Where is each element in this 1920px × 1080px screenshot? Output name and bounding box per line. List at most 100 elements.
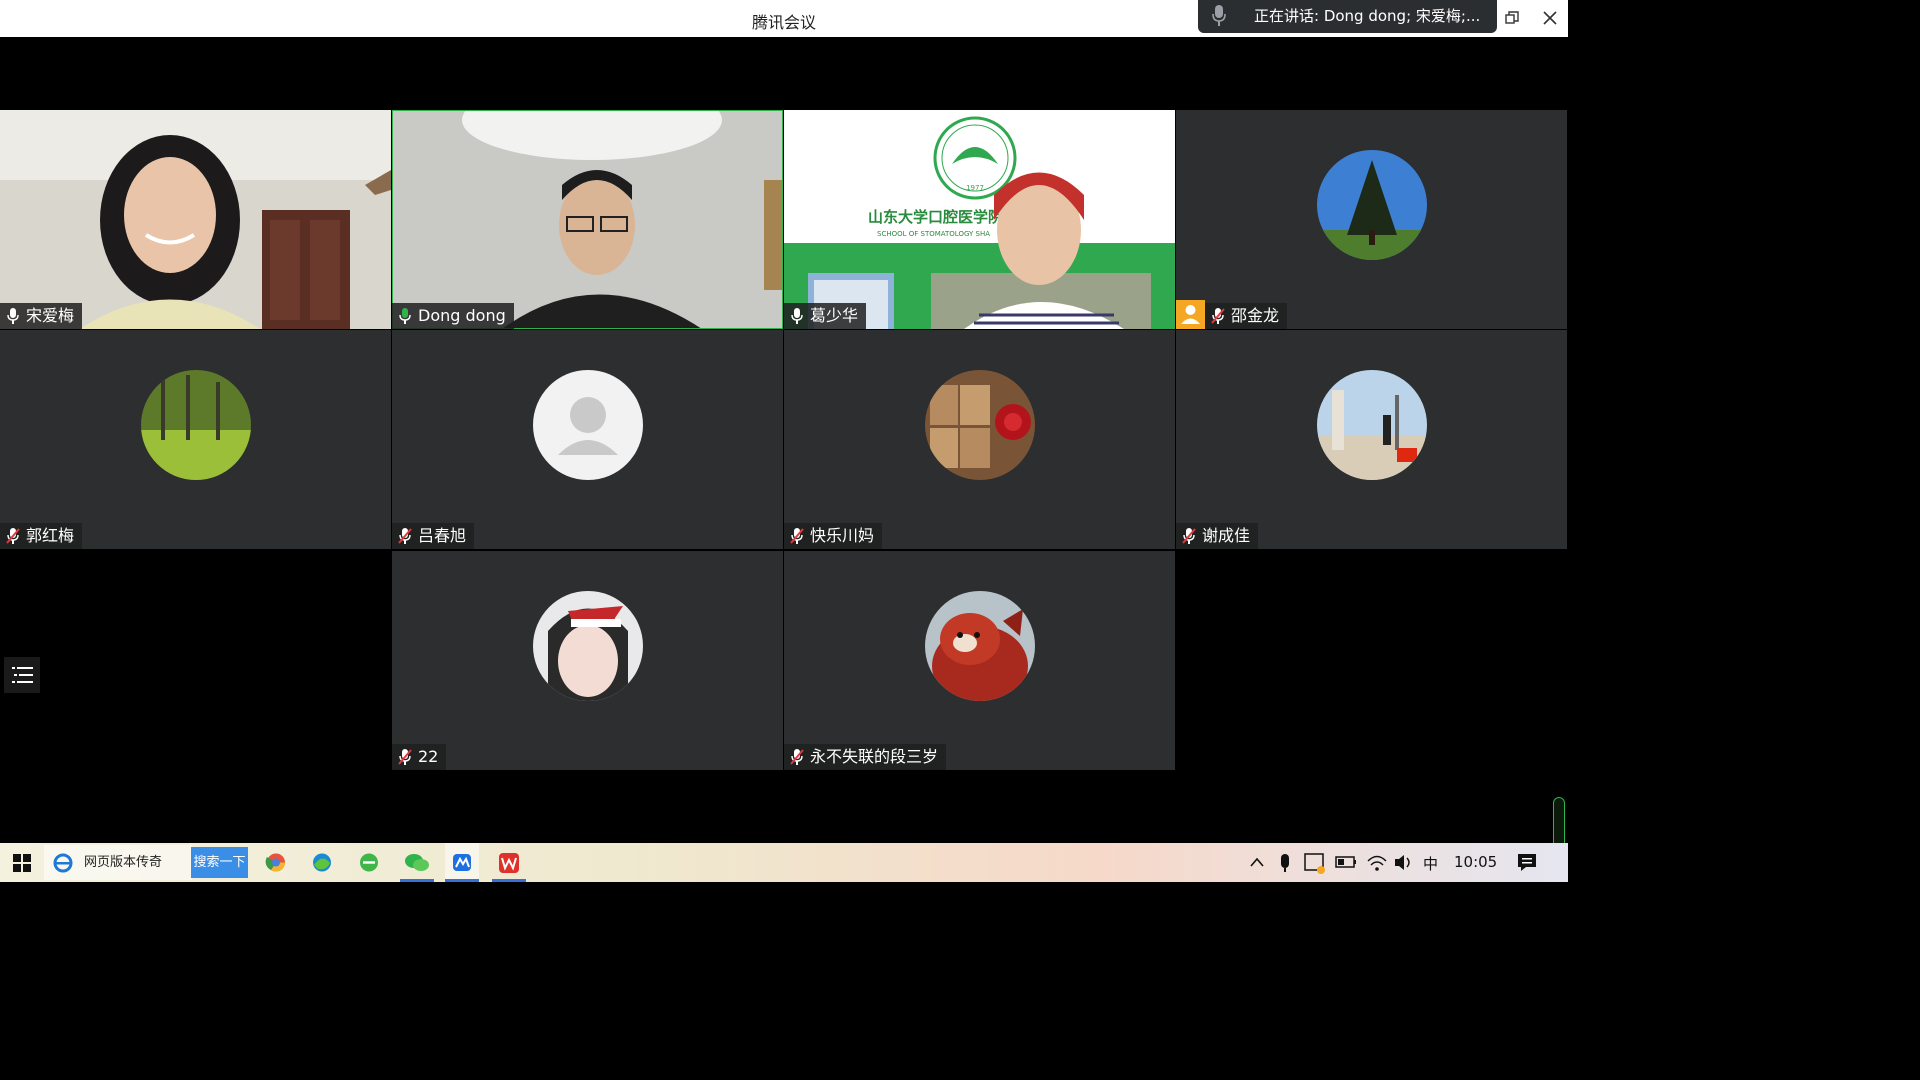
start-button[interactable] xyxy=(0,843,44,882)
mic-muted-icon xyxy=(6,528,20,544)
video-tile[interactable]: 22 xyxy=(392,551,783,770)
participant-name: 快乐川妈 xyxy=(810,526,875,545)
taskbar-app-wps[interactable] xyxy=(492,843,526,882)
logo-year: 1977 xyxy=(966,184,984,192)
video-tile[interactable]: 永不失联的段三岁 xyxy=(784,551,1175,770)
mic-muted-icon xyxy=(398,749,412,765)
video-tile[interactable]: 1977 山东大学口腔医学院 SCHOOL OF STOMATOLOGY SHA… xyxy=(784,110,1175,329)
default-avatar xyxy=(533,370,643,480)
wps-office-icon xyxy=(499,853,519,873)
participant-video: 1977 山东大学口腔医学院 SCHOOL OF STOMATOLOGY SHA xyxy=(784,110,1175,329)
video-tile[interactable]: 郭红梅 xyxy=(0,330,391,549)
microphone-icon xyxy=(1212,5,1226,26)
wechat-icon xyxy=(405,854,429,871)
tray-microphone[interactable] xyxy=(1275,843,1295,882)
participant-name: 吕春旭 xyxy=(418,526,467,545)
participant-avatar xyxy=(925,370,1035,480)
participant-nametag: 谢成佳 xyxy=(1176,523,1259,549)
action-center-button[interactable] xyxy=(1514,843,1540,882)
browser-search-box[interactable]: 网页版本传奇 xyxy=(44,845,192,880)
show-hidden-icons-button[interactable] xyxy=(1246,843,1268,882)
active-app-indicator xyxy=(445,879,479,882)
participant-avatar xyxy=(925,591,1035,701)
love-letters-rose-image xyxy=(925,370,1035,480)
taskbar-app-360-browser[interactable] xyxy=(355,843,383,882)
tray-app-status[interactable] xyxy=(1302,843,1328,882)
taskbar-app-wechat[interactable] xyxy=(400,843,434,882)
user-icon xyxy=(1181,305,1200,324)
close-window-button[interactable] xyxy=(1538,6,1562,30)
school-name-en: SCHOOL OF STOMATOLOGY SHA xyxy=(877,230,990,238)
participant-nametag: 郭红梅 xyxy=(0,523,83,549)
participant-avatar xyxy=(141,370,251,480)
participant-nametag: Dong dong xyxy=(392,303,514,329)
edge-browser-icon xyxy=(313,853,331,872)
speaking-text: 正在讲话: Dong dong; 宋爱梅;... xyxy=(1254,7,1481,25)
meeting-stage: 宋爱梅 Dong dong 1977 山东大学口腔医学院 SCHOOL OF S… xyxy=(0,37,1568,869)
mic-muted-icon xyxy=(398,528,412,544)
person-placeholder-icon xyxy=(558,397,618,455)
wifi-icon xyxy=(1367,855,1387,871)
participant-name: 22 xyxy=(418,747,439,766)
participant-name: 郭红梅 xyxy=(26,526,75,545)
clock[interactable]: 10:05 xyxy=(1454,853,1497,871)
participant-nametag: 永不失联的段三岁 xyxy=(784,744,947,770)
360-browser-icon xyxy=(360,853,378,872)
mic-speaking-icon xyxy=(399,308,411,324)
participant-video xyxy=(0,110,391,329)
school-name-cn: 山东大学口腔医学院 xyxy=(868,208,1003,226)
tray-battery[interactable] xyxy=(1334,843,1358,882)
close-icon xyxy=(1543,11,1557,25)
notification-icon xyxy=(1518,854,1536,871)
participant-name: 永不失联的段三岁 xyxy=(810,747,939,766)
participant-name: 邵金龙 xyxy=(1231,306,1280,325)
active-app-indicator xyxy=(492,879,526,882)
microphone-icon xyxy=(1281,854,1289,872)
browser-search-label: 网页版本传奇 xyxy=(84,855,163,870)
red-panda-image xyxy=(925,591,1035,701)
taskbar-app-edge[interactable] xyxy=(308,843,336,882)
landmark-photo-image xyxy=(1317,370,1427,480)
participant-name: Dong dong xyxy=(418,306,506,325)
participant-name: 谢成佳 xyxy=(1202,526,1251,545)
tree-landscape-image xyxy=(1317,150,1427,260)
ie-browser-icon xyxy=(53,853,73,873)
video-tile-active-speaker[interactable]: Dong dong xyxy=(392,110,783,329)
active-app-indicator xyxy=(400,879,434,882)
taskbar-app-tencent-meeting[interactable] xyxy=(445,843,479,882)
participant-avatar xyxy=(1317,370,1427,480)
participant-name: 葛少华 xyxy=(810,306,859,325)
video-tile[interactable]: 吕春旭 xyxy=(392,330,783,549)
participant-nametag: 葛少华 xyxy=(784,303,867,329)
tray-wifi[interactable] xyxy=(1365,843,1389,882)
speaker-icon xyxy=(1395,855,1410,870)
speaking-indicator[interactable]: 正在讲话: Dong dong; 宋爱梅;... xyxy=(1198,0,1497,33)
taskbar-app-chrome[interactable] xyxy=(262,843,290,882)
mic-muted-icon xyxy=(790,528,804,544)
video-tile[interactable]: 宋爱梅 xyxy=(0,110,391,329)
participant-nametag: 22 xyxy=(392,744,447,770)
host-badge xyxy=(1176,300,1205,329)
participant-nametag: 吕春旭 xyxy=(392,523,475,549)
title-bar: 腾讯会议 正在讲话: Dong dong; 宋爱梅;... xyxy=(0,0,1568,37)
input-method-indicator[interactable]: 中 xyxy=(1423,853,1438,874)
video-tile[interactable]: 快乐川妈 xyxy=(784,330,1175,549)
girl-santa-hat-image xyxy=(533,591,643,701)
restore-window-button[interactable] xyxy=(1500,6,1524,30)
restore-icon xyxy=(1505,11,1519,24)
tencent-meeting-icon xyxy=(453,854,471,871)
security-app-icon xyxy=(1304,853,1325,874)
tray-volume[interactable] xyxy=(1392,843,1416,882)
search-submit-button[interactable]: 搜索一下 xyxy=(191,847,248,878)
forest-image xyxy=(141,370,251,480)
mic-muted-icon xyxy=(790,749,804,765)
windows-logo-icon xyxy=(13,854,31,872)
chevron-up-icon xyxy=(1250,857,1264,867)
video-tile[interactable]: 邵金龙 xyxy=(1176,110,1567,329)
participant-list-toggle-button[interactable] xyxy=(4,657,40,693)
participant-video xyxy=(392,110,783,329)
participant-avatar xyxy=(1317,150,1427,260)
participant-name: 宋爱梅 xyxy=(26,306,75,325)
list-icon xyxy=(12,667,33,683)
video-tile[interactable]: 谢成佳 xyxy=(1176,330,1567,549)
